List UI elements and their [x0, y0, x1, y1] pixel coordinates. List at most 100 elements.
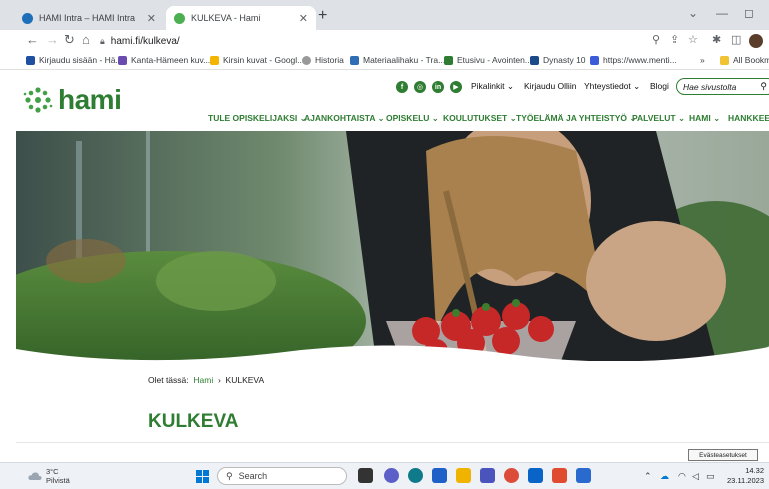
nav-kirjaudu-olliin[interactable]: Kirjaudu Olliin: [524, 81, 576, 91]
search-placeholder: Hae sivustolta: [683, 81, 737, 92]
hami-logo[interactable]: hami: [22, 84, 122, 116]
reload-icon[interactable]: ↻: [64, 32, 75, 48]
chrome-icon[interactable]: [504, 468, 519, 483]
teams-icon[interactable]: [480, 468, 495, 483]
all-bookmarks-folder[interactable]: All Bookmarks: [720, 55, 769, 65]
profile-avatar[interactable]: [749, 34, 763, 48]
back-arrow-icon[interactable]: ←: [26, 32, 39, 47]
minimize-icon[interactable]: —: [716, 6, 728, 20]
bookmark-item[interactable]: Materiaalihaku - Tra...: [350, 55, 445, 65]
nav-opiskelu[interactable]: OPISKELU ⌄: [386, 113, 439, 124]
bookmark-favicon-icon: [26, 55, 35, 65]
bookmark-star-icon[interactable]: ☆: [688, 33, 698, 46]
bookmark-favicon-icon: [530, 55, 539, 65]
linkedin-icon[interactable]: in: [432, 81, 444, 93]
edge-icon[interactable]: [408, 468, 423, 483]
weather-description: Pilvistä: [46, 476, 70, 485]
tab-search-chevron-icon[interactable]: ⌄: [688, 6, 698, 20]
bookmark-favicon-icon: [350, 55, 359, 65]
bookmark-item[interactable]: Kanta-Hämeen kuv...: [118, 55, 210, 65]
battery-icon[interactable]: ▭: [706, 471, 715, 482]
breadcrumb-current: KULKEVA: [225, 375, 265, 385]
clock-date: 23.11.2023: [727, 476, 764, 485]
browser-toolbar: ← → ↻ ⌂ 🔒︎ hami.fi/kulkeva/ ⚲ ⇪ ☆ ✱ ◫: [0, 30, 769, 52]
youtube-icon[interactable]: ▶: [450, 81, 462, 93]
taskbar-clock[interactable]: 14.32 23.11.2023: [726, 466, 764, 486]
bookmark-favicon-icon: [444, 55, 453, 65]
nav-palvelut[interactable]: PALVELUT ⌄: [632, 113, 685, 124]
extensions-icon[interactable]: ✱: [712, 33, 721, 46]
browser-tab-bar: HAMI Intra – HAMI Intra ✕ KULKEVA - Hami…: [0, 0, 769, 30]
bookmark-item[interactable]: Etusivu - Avointen...: [444, 55, 532, 65]
cloud-icon: [28, 472, 42, 480]
nav-hankkeet[interactable]: HANKKEET: [728, 113, 769, 123]
weather-temperature: 3°C: [46, 467, 59, 476]
close-tab-icon[interactable]: ✕: [147, 12, 156, 25]
bookmark-item[interactable]: https://www.menti...: [590, 55, 677, 65]
outlook-icon[interactable]: [528, 468, 543, 483]
side-panel-icon[interactable]: ◫: [731, 33, 741, 46]
hami-intra-favicon-icon: [22, 12, 33, 24]
nav-hami[interactable]: HAMI ⌄: [689, 113, 720, 124]
search-icon[interactable]: ⚲: [760, 81, 767, 92]
teams-chat-icon[interactable]: [384, 468, 399, 483]
bookmarks-overflow-icon[interactable]: »: [700, 55, 705, 65]
file-explorer-icon[interactable]: [456, 468, 471, 483]
site-header: hami f ◎ in ▶ Pikalinkit ⌄ Kirjaudu Olli…: [0, 70, 769, 130]
new-tab-button[interactable]: +: [318, 7, 327, 25]
hami-favicon-icon: [174, 12, 185, 24]
weather-widget[interactable]: 3°C Pilvistä: [28, 467, 70, 485]
site-search-input[interactable]: Hae sivustolta ⚲: [676, 78, 769, 95]
facebook-icon[interactable]: f: [396, 81, 408, 93]
cookie-settings-tooltip[interactable]: Evästeasetukset: [688, 449, 758, 461]
breadcrumb-separator: ›: [217, 375, 221, 385]
restore-icon[interactable]: ◻: [744, 6, 754, 20]
nav-pikalinkit[interactable]: Pikalinkit ⌄: [471, 81, 514, 92]
content-divider: [16, 442, 769, 443]
volume-icon[interactable]: ◁: [692, 471, 699, 482]
windows-taskbar: 3°C Pilvistä ⚲ Search ⌃ ☁ ◠ ◁ ▭ 14.32 23…: [0, 462, 769, 489]
onedrive-icon[interactable]: ☁: [660, 471, 669, 482]
snipping-tool-icon[interactable]: [576, 468, 591, 483]
home-icon[interactable]: ⌂: [82, 32, 90, 47]
nav-tule-opiskelijaksi[interactable]: TULE OPISKELIJAKSI ⌄: [208, 113, 307, 124]
nav-ajankohtaista[interactable]: AJANKOHTAISTA ⌄: [304, 113, 385, 124]
instagram-icon[interactable]: ◎: [414, 81, 426, 93]
nav-koulutukset[interactable]: KOULUTUKSET ⌄: [443, 113, 517, 124]
tab-kulkeva[interactable]: KULKEVA - Hami ✕: [166, 6, 316, 30]
tab-hami-intra[interactable]: HAMI Intra – HAMI Intra ✕: [14, 6, 164, 30]
logo-wordmark: hami: [58, 84, 122, 115]
address-bar[interactable]: 🔒︎ hami.fi/kulkeva/: [100, 31, 700, 51]
bookmarks-bar: Kirjaudu sisään - Hä... Kanta-Hämeen kuv…: [0, 52, 769, 70]
bookmark-favicon-icon: [590, 55, 599, 65]
store-icon[interactable]: [432, 468, 447, 483]
search-icon: ⚲: [226, 470, 233, 481]
forward-arrow-icon[interactable]: →: [46, 32, 59, 47]
share-icon[interactable]: ⇪: [670, 33, 679, 46]
tray-overflow-chevron-icon[interactable]: ⌃: [644, 471, 652, 482]
taskbar-search[interactable]: ⚲ Search: [217, 467, 347, 485]
bookmark-item[interactable]: Kirjaudu sisään - Hä...: [26, 55, 123, 65]
folder-icon: [720, 55, 729, 65]
bookmark-item[interactable]: Historia: [302, 55, 344, 65]
bookmark-item[interactable]: Kirsin kuvat - Googl...: [210, 55, 304, 65]
breadcrumb-home-link[interactable]: Hami: [193, 375, 213, 385]
tab-label: HAMI Intra – HAMI Intra: [39, 13, 136, 23]
bookmark-item[interactable]: Dynasty 10: [530, 55, 586, 65]
wifi-icon[interactable]: ◠: [678, 471, 686, 482]
powerpoint-icon[interactable]: [552, 468, 567, 483]
task-view-icon[interactable]: [358, 468, 373, 483]
windows-start-icon[interactable]: [196, 470, 209, 483]
lock-icon: 🔒︎: [100, 35, 105, 46]
strawberry-greenhouse-photo: [16, 131, 769, 361]
breadcrumb: Olet tässä: Hami › KULKEVA: [148, 375, 264, 385]
close-tab-icon[interactable]: ✕: [299, 12, 308, 25]
zoom-icon[interactable]: ⚲: [652, 33, 660, 46]
tab-label: KULKEVA - Hami: [191, 13, 261, 23]
clock-time: 14.32: [745, 466, 764, 475]
nav-yhteystiedot[interactable]: Yhteystiedot ⌄: [584, 81, 640, 92]
nav-blogi[interactable]: Blogi: [650, 81, 669, 91]
taskbar-search-label: Search: [238, 471, 268, 481]
nav-tyoelama-ja-yhteistyo[interactable]: TYÖELÄMÄ JA YHTEISTYÖ ⌄: [516, 113, 636, 124]
hero-image: [16, 131, 769, 361]
